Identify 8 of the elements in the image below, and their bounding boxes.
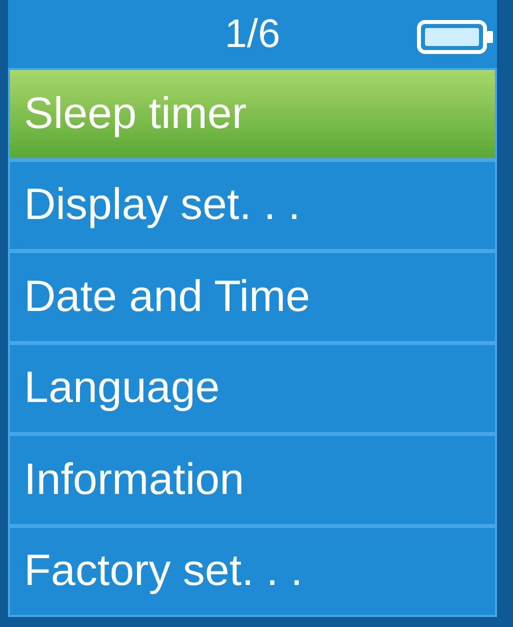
menu-item[interactable]: Information: [10, 436, 495, 524]
menu-item[interactable]: Factory set. . .: [10, 528, 495, 615]
menu-item[interactable]: Date and Time: [10, 253, 495, 340]
battery-icon: [417, 20, 495, 54]
menu-item[interactable]: Language: [10, 344, 495, 432]
page-counter: 1/6: [224, 14, 280, 54]
menu-item[interactable]: Sleep timer: [10, 70, 495, 158]
menu-item[interactable]: Display set. . .: [10, 162, 495, 249]
